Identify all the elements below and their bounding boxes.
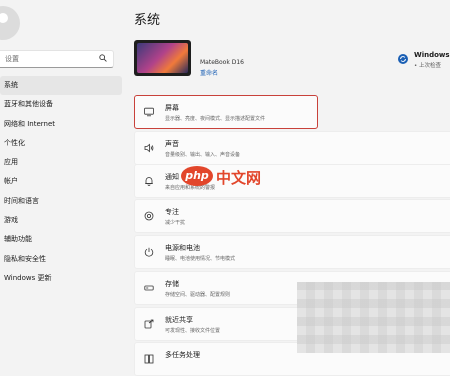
device-wallpaper <box>137 43 188 73</box>
sidebar-item-label: 个性化 <box>4 138 25 147</box>
nav-list: 系统 蓝牙和其他设备 网络和 Internet 个性化 应用 帐户 时间和语言 … <box>0 76 122 288</box>
page-title: 系统 <box>134 13 161 28</box>
sidebar-item-label: 游戏 <box>4 216 18 225</box>
card-subtitle: 减少干扰 <box>165 220 186 226</box>
windows-update-title[interactable]: Windows 更 <box>414 50 450 60</box>
search-icon <box>99 54 107 62</box>
watermark-badge: php <box>181 166 213 186</box>
sidebar-item-label: 隐私和安全性 <box>4 254 46 263</box>
card-subtitle: 显示器、亮度、夜间模式、显示描述配置文件 <box>165 116 266 122</box>
card-subtitle: 可发现性、接收文件位置 <box>165 328 221 334</box>
sidebar-item-system[interactable]: 系统 <box>0 76 122 96</box>
settings-card-power[interactable]: 电源和电池 睡眠、电池使用情况、节电模式 <box>134 235 450 269</box>
device-name: MateBook D16 <box>200 59 244 66</box>
sidebar-item-time-language[interactable]: 时间和语言 <box>0 192 122 211</box>
sidebar-item-label: 时间和语言 <box>4 196 39 205</box>
windows-update-icon <box>398 54 408 64</box>
sidebar-item-accounts[interactable]: 帐户 <box>0 172 122 191</box>
sidebar-item-label: 帐户 <box>4 177 18 186</box>
search-input[interactable]: 设置 <box>5 54 19 64</box>
multitask-icon <box>144 354 154 364</box>
sidebar-item-label: 蓝牙和其他设备 <box>4 100 53 109</box>
rename-link[interactable]: 重命名 <box>200 68 218 77</box>
sidebar: 设置 系统 蓝牙和其他设备 网络和 Internet 个性化 应用 帐户 时间和… <box>0 0 122 353</box>
device-image <box>134 40 191 76</box>
card-title: 多任务处理 <box>165 351 200 359</box>
avatar[interactable] <box>0 6 20 40</box>
card-subtitle: 存储空间、驱动器、配置规则 <box>165 292 231 298</box>
watermark-text: 中文网 <box>216 169 262 187</box>
settings-card-display[interactable]: 屏幕 显示器、亮度、夜间模式、显示描述配置文件 <box>134 95 318 129</box>
sidebar-item-label: 网络和 Internet <box>4 119 56 128</box>
card-title: 屏幕 <box>165 104 179 112</box>
card-subtitle: 音量级别、输出、输入、声音设备 <box>165 152 241 158</box>
focus-icon <box>144 211 154 221</box>
sidebar-item-windows-update[interactable]: Windows 更新 <box>0 269 122 288</box>
card-title: 专注 <box>165 208 179 216</box>
card-title: 就近共享 <box>165 316 193 324</box>
sidebar-item-bluetooth[interactable]: 蓝牙和其他设备 <box>0 95 122 114</box>
bell-icon <box>145 177 153 186</box>
sidebar-item-apps[interactable]: 应用 <box>0 153 122 172</box>
power-icon <box>144 247 154 257</box>
sidebar-item-privacy[interactable]: 隐私和安全性 <box>0 250 122 269</box>
search-box[interactable]: 设置 <box>0 50 114 68</box>
card-title: 声音 <box>165 140 179 148</box>
sidebar-item-label: 系统 <box>4 81 18 89</box>
sidebar-item-label: 应用 <box>4 158 18 167</box>
sidebar-item-personalization[interactable]: 个性化 <box>0 134 122 153</box>
watermark-logo: php 中文网 <box>181 166 265 188</box>
settings-card-sound[interactable]: 声音 音量级别、输出、输入、声音设备 <box>134 131 450 165</box>
sidebar-item-label: Windows 更新 <box>4 273 52 282</box>
share-icon <box>144 319 154 329</box>
sidebar-item-label: 辅助功能 <box>4 235 32 244</box>
card-subtitle: 睡眠、电池使用情况、节电模式 <box>165 256 236 262</box>
sidebar-item-accessibility[interactable]: 辅助功能 <box>0 230 122 249</box>
settings-card-focus[interactable]: 专注 减少干扰 <box>134 199 450 233</box>
card-title: 存储 <box>165 280 179 288</box>
pixelated-region <box>297 282 450 353</box>
sidebar-item-gaming[interactable]: 游戏 <box>0 211 122 230</box>
sidebar-item-network[interactable]: 网络和 Internet <box>0 115 122 134</box>
card-title: 电源和电池 <box>165 244 200 252</box>
monitor-icon <box>144 107 154 117</box>
windows-update-status: • 上次检查 <box>414 63 441 69</box>
speaker-icon <box>144 143 154 153</box>
storage-icon <box>144 285 154 291</box>
card-title: 通知 <box>165 173 179 181</box>
